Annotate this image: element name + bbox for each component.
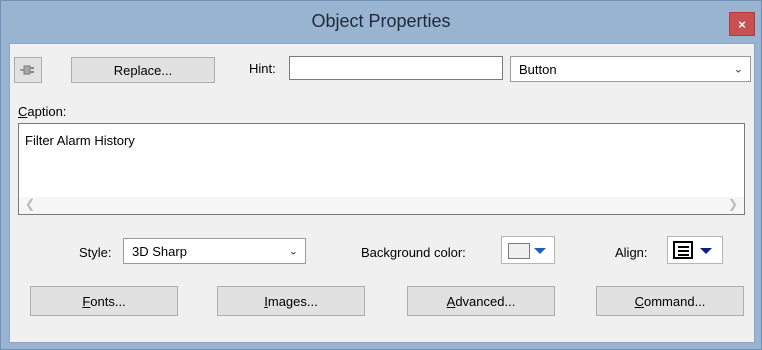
chevron-down-icon: ⌄: [733, 63, 743, 76]
plug-icon: [20, 65, 34, 75]
plug-button[interactable]: [14, 57, 42, 83]
dialog-body: Replace... Hint: Button ⌄ Caption: Filte…: [9, 43, 755, 343]
close-button[interactable]: ×: [729, 12, 755, 36]
caption-label: Caption:: [18, 104, 67, 119]
caption-textarea[interactable]: Filter Alarm History ❮ ❯: [18, 123, 745, 215]
horizontal-scrollbar[interactable]: ❮ ❯: [19, 197, 744, 214]
command-button[interactable]: Command...: [596, 286, 744, 316]
chevron-down-icon: ⌄: [288, 245, 298, 258]
style-select[interactable]: 3D Sharp ⌄: [123, 238, 306, 264]
advanced-button[interactable]: Advanced...: [407, 286, 555, 316]
background-color-picker[interactable]: [501, 236, 555, 264]
object-type-select[interactable]: Button ⌄: [510, 56, 751, 82]
color-swatch: [508, 243, 530, 259]
images-button[interactable]: Images...: [217, 286, 365, 316]
fonts-button[interactable]: Fonts...: [30, 286, 178, 316]
dropdown-arrow-icon: [700, 248, 712, 254]
replace-button[interactable]: Replace...: [71, 57, 215, 83]
caption-text: Filter Alarm History: [25, 133, 135, 148]
style-value: 3D Sharp: [132, 243, 187, 259]
scroll-left-icon[interactable]: ❮: [25, 197, 35, 211]
align-label: Align:: [615, 245, 648, 260]
close-icon: ×: [738, 16, 746, 32]
hint-input[interactable]: [289, 56, 503, 80]
title-bar[interactable]: Object Properties ×: [1, 1, 761, 43]
style-label: Style:: [79, 245, 112, 260]
hint-label: Hint:: [249, 61, 276, 76]
window-title: Object Properties: [311, 11, 451, 31]
align-picker[interactable]: [667, 236, 723, 264]
scroll-right-icon[interactable]: ❯: [728, 197, 738, 211]
background-color-label: Background color:: [361, 245, 466, 260]
dropdown-arrow-icon: [534, 248, 546, 254]
object-type-value: Button: [519, 61, 557, 77]
align-left-icon: [673, 241, 693, 259]
object-properties-window: Object Properties × Replace... Hint: But…: [0, 0, 762, 350]
